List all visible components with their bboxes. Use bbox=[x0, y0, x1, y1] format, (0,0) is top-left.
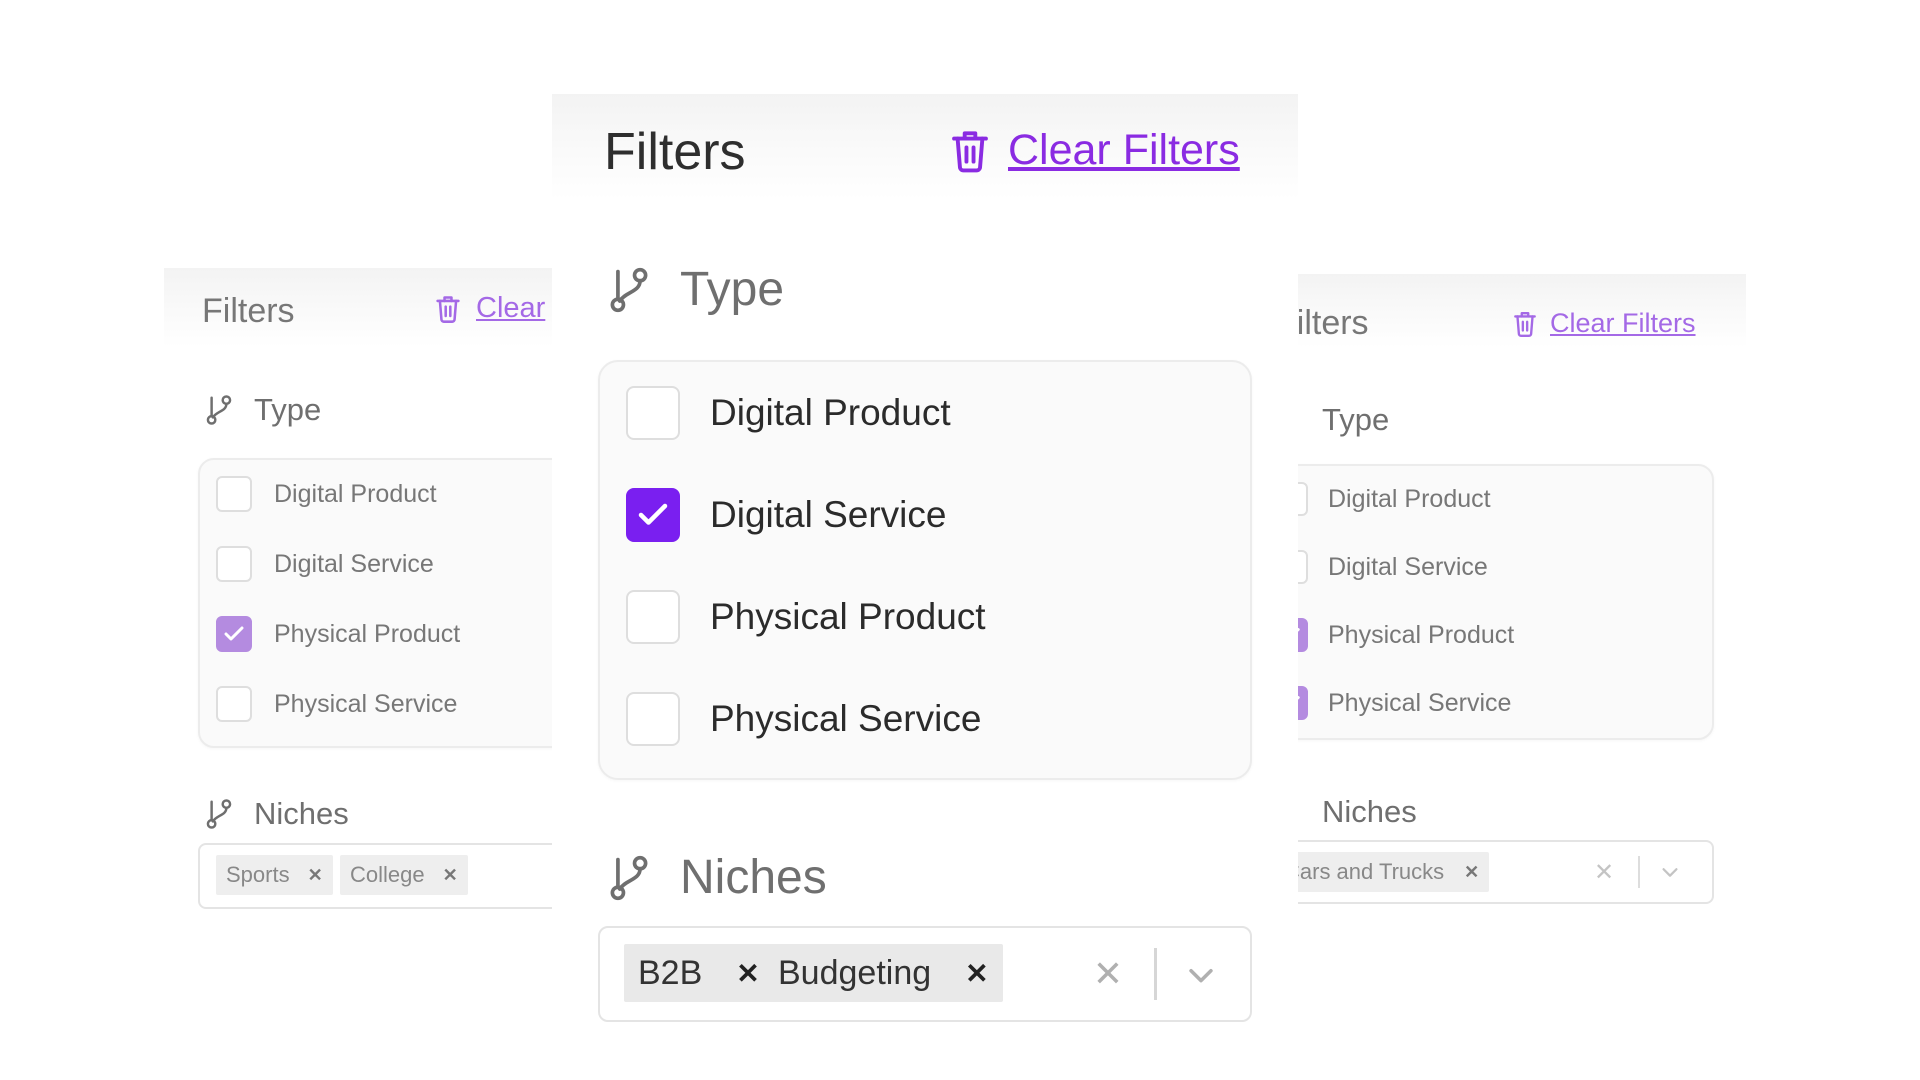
option-physical-product[interactable]: Physical Product bbox=[216, 616, 460, 652]
option-label: Digital Product bbox=[1328, 484, 1491, 513]
filters-panel-center: Filters Clear Filters Type Digital Produ… bbox=[552, 94, 1298, 1044]
divider bbox=[1638, 856, 1640, 888]
option-physical-product[interactable]: Physical Product bbox=[626, 590, 986, 644]
niche-chip: Sports ✕ bbox=[216, 855, 333, 895]
type-label: Type bbox=[254, 392, 322, 427]
clear-filters-button[interactable]: Clear Filters bbox=[948, 126, 1240, 175]
trash-icon bbox=[952, 130, 988, 172]
checkbox[interactable] bbox=[626, 386, 680, 440]
filters-panel-right: Filters Clear Filters Type Digital Produ… bbox=[1298, 274, 1746, 928]
niches-section-label: Niches bbox=[1298, 794, 1417, 830]
clear-all-icon[interactable]: ✕ bbox=[1084, 950, 1132, 998]
option-label: Digital Product bbox=[274, 479, 437, 508]
filters-title: Filters bbox=[604, 123, 746, 181]
close-icon[interactable]: ✕ bbox=[965, 957, 988, 990]
filters-panel-left: Filters Clear Type Digital Product Digit… bbox=[164, 268, 552, 928]
branch-icon bbox=[206, 799, 232, 829]
check-icon bbox=[1298, 628, 1300, 632]
option-label: Physical Product bbox=[710, 596, 986, 637]
option-label: Physical Service bbox=[274, 689, 458, 718]
checkbox[interactable] bbox=[216, 546, 252, 582]
option-digital-service[interactable]: Digital Service bbox=[1298, 550, 1488, 584]
option-physical-service[interactable]: Physical Service bbox=[216, 686, 457, 722]
type-section-label: Type bbox=[204, 392, 321, 428]
option-digital-product[interactable]: Digital Product bbox=[1298, 482, 1491, 516]
niches-select[interactable]: B2B ✕ Budgeting ✕ ✕ bbox=[598, 926, 1252, 1022]
niche-chip: B2B ✕ bbox=[624, 944, 774, 1002]
branch-icon bbox=[610, 267, 648, 312]
chevron-down-icon[interactable] bbox=[1176, 950, 1226, 1000]
niches-section-label: Niches bbox=[204, 796, 349, 832]
niche-chip: Cars and Trucks ✕ bbox=[1298, 852, 1490, 892]
chevron-right-icon[interactable]: › bbox=[540, 859, 552, 895]
option-physical-product[interactable]: Physical Product bbox=[1298, 618, 1514, 652]
type-label: Type bbox=[680, 263, 785, 316]
checkbox[interactable] bbox=[626, 692, 680, 746]
type-options-box: Digital Product Digital Service Physical… bbox=[598, 360, 1252, 780]
option-label: Physical Service bbox=[1328, 688, 1512, 717]
close-icon[interactable]: ✕ bbox=[443, 865, 458, 886]
close-icon[interactable]: ✕ bbox=[1464, 862, 1479, 883]
close-icon[interactable]: ✕ bbox=[308, 865, 323, 886]
chevron-down-icon[interactable] bbox=[1652, 854, 1688, 890]
option-digital-service[interactable]: Digital Service bbox=[216, 546, 434, 582]
clear-all-icon[interactable]: ✕ bbox=[1586, 854, 1622, 890]
niches-label: Niches bbox=[1322, 794, 1417, 829]
type-options-box: Digital Product Digital Service Physical… bbox=[1298, 464, 1714, 740]
clear-filters-label: Clear bbox=[476, 292, 546, 324]
checkbox[interactable] bbox=[216, 476, 252, 512]
filters-title: Filters bbox=[202, 292, 295, 330]
checkbox[interactable] bbox=[626, 488, 680, 542]
clear-filters-label: Clear Filters bbox=[1008, 126, 1240, 174]
niche-chip: Budgeting ✕ bbox=[764, 944, 1003, 1002]
niches-select[interactable]: Sports ✕ College ✕ › bbox=[198, 843, 552, 909]
clear-filters-button[interactable]: Clear Filters bbox=[1512, 308, 1696, 339]
option-label: Digital Service bbox=[710, 494, 947, 535]
check-icon bbox=[224, 626, 244, 641]
option-label: Physical Product bbox=[1328, 620, 1515, 649]
checkbox[interactable] bbox=[1298, 482, 1308, 516]
checkbox[interactable] bbox=[216, 616, 252, 652]
option-label: Digital Service bbox=[274, 549, 434, 578]
niche-chip: College ✕ bbox=[340, 855, 468, 895]
option-digital-service[interactable]: Digital Service bbox=[626, 488, 946, 542]
niches-label: Niches bbox=[680, 851, 827, 904]
option-label: Physical Product bbox=[274, 619, 461, 648]
branch-icon bbox=[206, 395, 232, 425]
chip-label: Sports bbox=[226, 862, 290, 887]
option-label: Digital Product bbox=[710, 392, 951, 433]
check-icon bbox=[638, 503, 668, 525]
niches-select[interactable]: Cars and Trucks ✕ ✕ bbox=[1298, 840, 1714, 904]
close-icon[interactable]: ✕ bbox=[736, 957, 759, 990]
clear-filters-label: Clear Filters bbox=[1550, 308, 1696, 338]
divider bbox=[1154, 948, 1157, 1000]
type-options-box: Digital Product Digital Service Physical… bbox=[198, 458, 552, 748]
checkbox[interactable] bbox=[1298, 550, 1308, 584]
type-section-label: Type bbox=[1298, 402, 1389, 438]
option-label: Physical Service bbox=[710, 698, 982, 739]
option-digital-product[interactable]: Digital Product bbox=[626, 386, 951, 440]
checkbox[interactable] bbox=[1298, 618, 1308, 652]
niches-label: Niches bbox=[254, 796, 349, 831]
option-physical-service[interactable]: Physical Service bbox=[626, 692, 981, 746]
checkbox[interactable] bbox=[216, 686, 252, 722]
check-icon bbox=[1298, 696, 1300, 700]
chip-label: Budgeting bbox=[778, 953, 932, 992]
chip-label: Cars and Trucks bbox=[1298, 859, 1445, 884]
filters-title: Filters bbox=[1298, 304, 1369, 342]
chip-label: College bbox=[350, 862, 425, 887]
option-physical-service[interactable]: Physical Service bbox=[1298, 686, 1511, 720]
type-label: Type bbox=[1322, 402, 1390, 437]
niches-section-label: Niches bbox=[606, 850, 827, 905]
trash-icon bbox=[436, 295, 460, 323]
chip-label: B2B bbox=[638, 953, 703, 992]
checkbox[interactable] bbox=[1298, 686, 1308, 720]
clear-filters-button[interactable]: Clear bbox=[434, 292, 545, 325]
option-label: Digital Service bbox=[1328, 552, 1488, 581]
branch-icon bbox=[610, 855, 648, 900]
checkbox[interactable] bbox=[626, 590, 680, 644]
option-digital-product[interactable]: Digital Product bbox=[216, 476, 437, 512]
trash-icon bbox=[1514, 311, 1536, 337]
type-section-label: Type bbox=[606, 262, 784, 317]
